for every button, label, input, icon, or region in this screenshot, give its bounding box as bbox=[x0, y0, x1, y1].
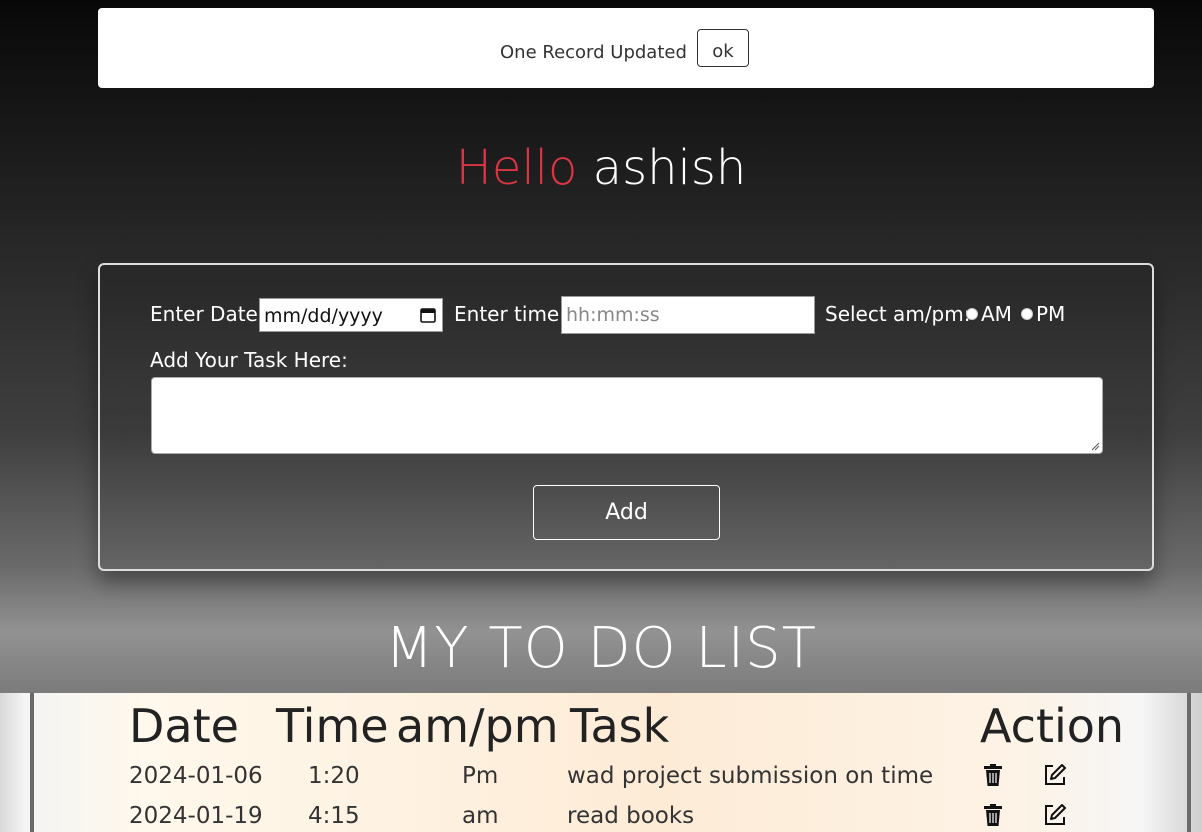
toast-message: One Record Updated bbox=[500, 42, 687, 63]
row-ampm: am bbox=[462, 803, 499, 829]
table-edge-right bbox=[1187, 693, 1191, 832]
todo-table: Date Time am/pm Task Action 2024-01-06 1… bbox=[0, 693, 1202, 832]
row-date: 2024-01-06 bbox=[129, 763, 263, 789]
row-time: 1:20 bbox=[308, 763, 360, 789]
add-button[interactable]: Add bbox=[533, 485, 720, 540]
task-form: Enter Date: mm/dd/yyyy Enter time: Selec… bbox=[98, 263, 1154, 571]
greeting-hello: Hello bbox=[455, 140, 578, 196]
greeting-username: ashish bbox=[592, 140, 747, 196]
time-label: Enter time: bbox=[454, 302, 566, 326]
trash-icon[interactable] bbox=[981, 763, 1005, 787]
am-radio[interactable] bbox=[966, 308, 978, 320]
toast-ok-button[interactable]: ok bbox=[697, 29, 749, 67]
date-placeholder: mm/dd/yyyy bbox=[264, 305, 383, 327]
task-textarea[interactable] bbox=[151, 377, 1103, 454]
time-input[interactable] bbox=[561, 296, 815, 334]
row-date: 2024-01-19 bbox=[129, 803, 263, 829]
pm-label: PM bbox=[1036, 302, 1066, 326]
date-input[interactable]: mm/dd/yyyy bbox=[259, 298, 443, 332]
edit-icon[interactable] bbox=[1043, 763, 1067, 787]
row-task: read books bbox=[567, 803, 695, 829]
resize-grip-icon[interactable] bbox=[1090, 441, 1100, 451]
am-label: AM bbox=[981, 302, 1012, 326]
trash-icon[interactable] bbox=[981, 803, 1005, 827]
table-edge-left bbox=[30, 693, 34, 832]
edit-icon[interactable] bbox=[1043, 803, 1067, 827]
date-label: Enter Date: bbox=[150, 302, 265, 326]
greeting-heading: Hello ashish bbox=[0, 140, 1202, 196]
row-task: wad project submission on time bbox=[567, 763, 934, 789]
ampm-label: Select am/pm: bbox=[825, 302, 971, 326]
row-ampm: Pm bbox=[462, 763, 499, 789]
header-time: Time bbox=[276, 699, 389, 753]
header-action: Action bbox=[980, 699, 1125, 753]
row-time: 4:15 bbox=[308, 803, 360, 829]
header-date: Date bbox=[129, 699, 239, 753]
todo-list-title: MY TO DO LIST bbox=[385, 616, 817, 681]
update-toast: One Record Updated ok bbox=[98, 8, 1154, 88]
task-label: Add Your Task Here: bbox=[150, 348, 348, 372]
pm-radio[interactable] bbox=[1021, 308, 1033, 320]
header-ampm: am/pm bbox=[396, 699, 559, 753]
calendar-icon[interactable] bbox=[420, 307, 436, 323]
header-task: Task bbox=[570, 699, 670, 753]
